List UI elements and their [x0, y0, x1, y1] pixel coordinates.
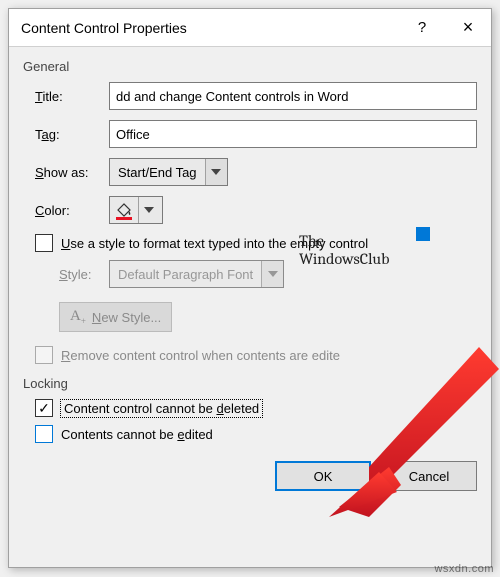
title-row: Title:: [35, 82, 477, 110]
style-row: Style: Default Paragraph Font: [59, 260, 477, 288]
window-title: Content Control Properties: [21, 20, 399, 36]
use-style-checkbox[interactable]: [35, 234, 53, 252]
color-picker[interactable]: [109, 196, 163, 224]
cannot-delete-row: ✓ Content control cannot be deleted: [35, 399, 477, 417]
showas-label: Show as:: [35, 165, 109, 180]
cannot-edit-row: Contents cannot be edited: [35, 425, 477, 443]
chevron-down-icon: [261, 261, 283, 287]
cannot-delete-label: Content control cannot be deleted: [61, 400, 262, 417]
titlebar: Content Control Properties ? ×: [9, 9, 491, 47]
cannot-delete-checkbox[interactable]: ✓: [35, 399, 53, 417]
remove-label: Remove content control when contents are…: [61, 348, 340, 363]
general-section-label: General: [23, 59, 477, 74]
title-label: Title:: [35, 89, 109, 104]
tag-label: Tag:: [35, 127, 109, 142]
remove-checkbox: [35, 346, 53, 364]
cannot-edit-label: Contents cannot be edited: [61, 427, 213, 442]
dialog-body: General Title: Tag: Show as: Start/End T…: [9, 47, 491, 501]
color-label: Color:: [35, 203, 109, 218]
ok-label: OK: [314, 469, 333, 484]
style-label: Style:: [59, 267, 109, 282]
style-value: Default Paragraph Font: [110, 267, 261, 282]
checkmark-icon: ✓: [38, 401, 50, 415]
close-button[interactable]: ×: [445, 9, 491, 47]
remove-row: Remove content control when contents are…: [35, 346, 477, 364]
new-style-button: A+ New Style...: [59, 302, 172, 332]
use-style-label: Use a style to format text typed into th…: [61, 236, 368, 251]
help-icon: ?: [418, 19, 426, 36]
color-row: Color:: [35, 196, 477, 224]
new-style-icon: A+: [70, 308, 86, 326]
content-control-properties-dialog: Content Control Properties ? × General T…: [8, 8, 492, 568]
chevron-down-icon: [138, 197, 158, 223]
cancel-label: Cancel: [409, 469, 449, 484]
showas-value: Start/End Tag: [110, 165, 205, 180]
cancel-button[interactable]: Cancel: [381, 461, 477, 491]
showas-row: Show as: Start/End Tag: [35, 158, 477, 186]
locking-section-label: Locking: [23, 376, 477, 391]
help-button[interactable]: ?: [399, 9, 445, 47]
close-icon: ×: [463, 17, 474, 38]
locking-group: ✓ Content control cannot be deleted Cont…: [35, 399, 477, 443]
ok-button[interactable]: OK: [275, 461, 371, 491]
title-input[interactable]: [109, 82, 477, 110]
new-style-row: A+ New Style...: [59, 298, 477, 332]
showas-combo[interactable]: Start/End Tag: [109, 158, 228, 186]
new-style-label: New Style...: [92, 310, 161, 325]
style-combo: Default Paragraph Font: [109, 260, 284, 288]
tag-input[interactable]: [109, 120, 477, 148]
use-style-row: Use a style to format text typed into th…: [35, 234, 477, 252]
dialog-footer: OK Cancel: [23, 461, 477, 491]
tag-row: Tag:: [35, 120, 477, 148]
cannot-edit-checkbox[interactable]: [35, 425, 53, 443]
chevron-down-icon: [205, 159, 227, 185]
paint-bucket-icon: [114, 200, 134, 220]
general-group: Title: Tag: Show as: Start/End Tag Color…: [35, 82, 477, 364]
